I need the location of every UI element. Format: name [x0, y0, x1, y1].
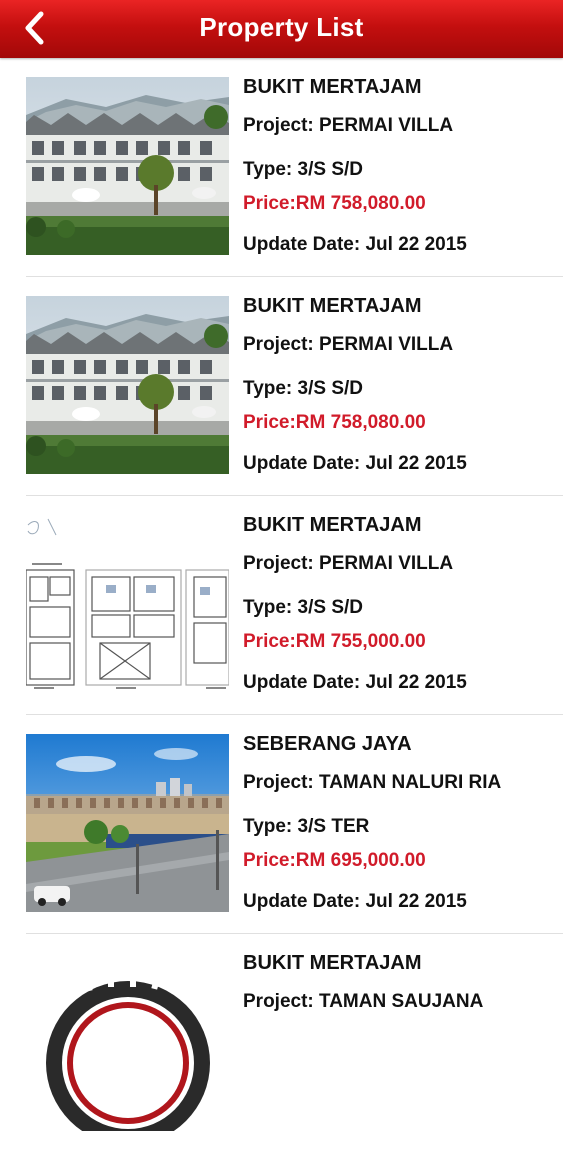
page-title: Property List	[199, 12, 364, 42]
property-list: BUKIT MERTAJAM Project: PERMAI VILLA Typ…	[0, 58, 563, 1153]
property-card[interactable]: BUKIT MERTAJAM Project: PERMAI VILLA Typ…	[0, 277, 563, 496]
property-image	[26, 296, 229, 474]
property-card[interactable]: BUKIT MERTAJAM Project: PERMAI VILLA Typ…	[0, 496, 563, 715]
property-type: Type: 3/S TER	[243, 816, 370, 837]
property-price: Price:RM 755,000.00	[243, 631, 426, 652]
property-update-date: Update Date: Jul 22 2015	[243, 672, 467, 693]
property-card[interactable]: SEBERANG JAYA Project: TAMAN NALURI RIA …	[0, 715, 563, 934]
property-price: Price:RM 695,000.00	[243, 850, 426, 871]
property-image	[26, 734, 229, 912]
property-update-date: Update Date: Jul 22 2015	[243, 234, 467, 255]
property-card[interactable]: BUKIT MERTAJAM Project: TAMAN SAUJANA	[0, 934, 563, 1153]
property-card[interactable]: BUKIT MERTAJAM Project: PERMAI VILLA Typ…	[0, 58, 563, 277]
property-type: Type: 3/S S/D	[243, 159, 364, 180]
property-project: Project: PERMAI VILLA	[243, 334, 454, 355]
property-type: Type: 3/S S/D	[243, 378, 364, 399]
property-location: BUKIT MERTAJAM	[243, 952, 422, 974]
title-bar: Property List	[0, 0, 563, 58]
property-project: Project: PERMAI VILLA	[243, 115, 454, 136]
property-update-date: Update Date: Jul 22 2015	[243, 453, 467, 474]
property-update-date: Update Date: Jul 22 2015	[243, 891, 467, 912]
property-price: Price:RM 758,080.00	[243, 412, 426, 433]
property-location: BUKIT MERTAJAM	[243, 76, 422, 98]
property-project: Project: PERMAI VILLA	[243, 553, 454, 574]
property-price: Price:RM 758,080.00	[243, 193, 426, 214]
property-image	[26, 515, 229, 693]
property-location: BUKIT MERTAJAM	[243, 514, 422, 536]
property-project: Project: TAMAN SAUJANA	[243, 991, 484, 1012]
property-location: BUKIT MERTAJAM	[243, 295, 422, 317]
property-type: Type: 3/S S/D	[243, 597, 364, 618]
property-image	[26, 953, 229, 1131]
property-image	[26, 77, 229, 255]
property-location: SEBERANG JAYA	[243, 733, 412, 755]
property-project: Project: TAMAN NALURI RIA	[243, 772, 502, 793]
